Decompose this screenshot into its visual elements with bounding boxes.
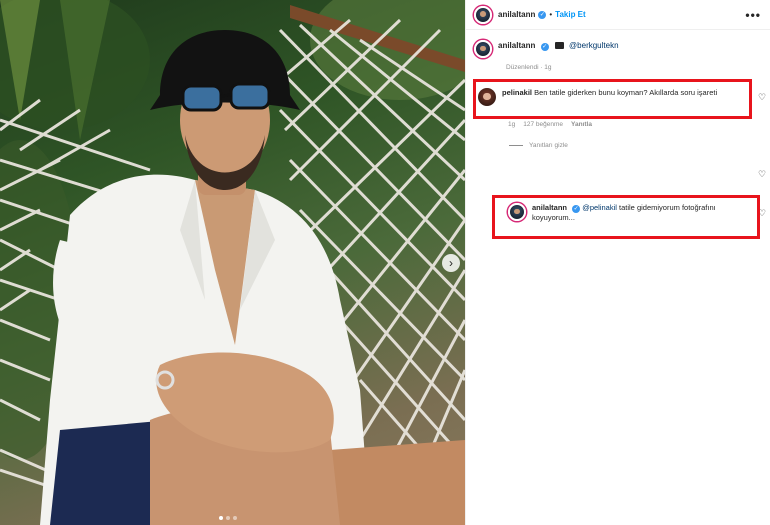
edited-label: Düzenlendi · 1g: [506, 64, 552, 71]
heart-icon[interactable]: ♡: [758, 170, 766, 179]
carousel-next-button[interactable]: ›: [442, 254, 460, 272]
separator-dot: •: [549, 10, 553, 19]
post-header: anilaltann ✓ • Takip Et •••: [466, 0, 770, 30]
post-sidebar: anilaltann ✓ • Takip Et ••• anilaltann ✓…: [465, 0, 770, 525]
post-photo[interactable]: ›: [0, 0, 465, 525]
reply-button[interactable]: Yanıtla: [571, 121, 592, 128]
highlight-box: [473, 79, 752, 119]
hide-replies-label[interactable]: Yanıtları gizle: [529, 142, 568, 149]
highlight-box: [492, 195, 760, 239]
divider-line: [509, 145, 523, 146]
post-caption: anilaltann ✓ @berkgultekn: [474, 40, 764, 58]
chevron-right-icon: ›: [449, 256, 453, 270]
photo-illustration: [0, 0, 465, 525]
verified-badge-icon: ✓: [540, 43, 549, 51]
caption-text: anilaltann ✓ @berkgultekn: [498, 40, 619, 51]
verified-badge-icon: ✓: [538, 10, 547, 19]
header-username[interactable]: anilaltann: [498, 10, 535, 19]
heart-icon[interactable]: ♡: [758, 93, 766, 102]
comment-likes[interactable]: 127 beğenme: [523, 121, 563, 128]
carousel-indicator: [219, 516, 237, 520]
comment-meta: 1g 127 beğenme Yanıtla: [508, 121, 592, 128]
carousel-dot: [219, 516, 223, 520]
avatar[interactable]: [474, 40, 492, 58]
clapper-board-icon: [554, 42, 564, 50]
follow-button[interactable]: Takip Et: [555, 10, 586, 19]
caption-username[interactable]: anilaltann: [498, 41, 535, 50]
hide-replies-button[interactable]: Yanıtları gizle: [509, 142, 568, 149]
caption-mention[interactable]: @berkgultekn: [569, 41, 618, 50]
carousel-dot: [233, 516, 237, 520]
comment-time: 1g: [508, 121, 516, 128]
avatar[interactable]: [474, 5, 492, 24]
more-options-icon[interactable]: •••: [745, 8, 761, 22]
carousel-dot: [226, 516, 230, 520]
